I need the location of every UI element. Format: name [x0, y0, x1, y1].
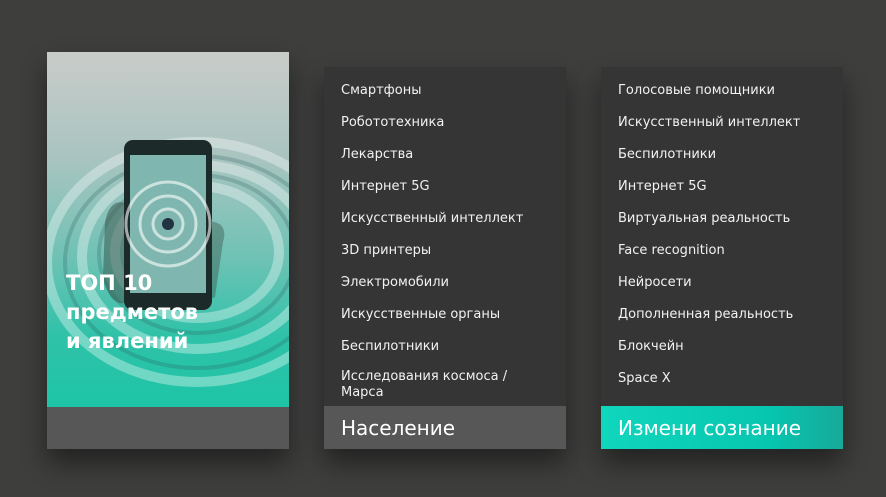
list-item[interactable]: Робототехника	[341, 107, 556, 139]
list-item[interactable]: Беспилотники	[618, 139, 833, 171]
list-item[interactable]: Искусственные органы	[341, 299, 556, 331]
hero-footer	[47, 407, 289, 449]
population-card[interactable]: Смартфоны Робототехника Лекарства Интерн…	[324, 67, 566, 449]
list-item[interactable]: Электромобили	[341, 267, 556, 299]
hero-card[interactable]: ТОП 10 предметов и явлений	[47, 52, 289, 449]
hero-title: ТОП 10 предметов и явлений	[66, 269, 276, 356]
list-item[interactable]: Нейросети	[618, 267, 833, 299]
mind-list: Голосовые помощники Искусственный интелл…	[618, 75, 833, 395]
hero-image: ТОП 10 предметов и явлений	[47, 52, 289, 407]
list-item[interactable]: Лекарства	[341, 139, 556, 171]
list-item[interactable]: Беспилотники	[341, 331, 556, 363]
list-item[interactable]: Блокчейн	[618, 331, 833, 363]
list-item[interactable]: Искусственный интеллект	[341, 203, 556, 235]
mind-card[interactable]: Голосовые помощники Искусственный интелл…	[601, 67, 843, 449]
list-item[interactable]: Смартфоны	[341, 75, 556, 107]
list-item[interactable]: Интернет 5G	[341, 171, 556, 203]
list-item[interactable]: Face recognition	[618, 235, 833, 267]
population-list: Смартфоны Робототехника Лекарства Интерн…	[341, 75, 556, 409]
list-item[interactable]: Исследования космоса /Марса	[341, 363, 516, 409]
mind-footer-button[interactable]: Измени сознание	[601, 406, 843, 449]
hero-title-line-1: ТОП 10	[66, 271, 153, 295]
list-item[interactable]: Дополненная реальность	[618, 299, 833, 331]
list-item[interactable]: Интернет 5G	[618, 171, 833, 203]
list-item[interactable]: 3D принтеры	[341, 235, 556, 267]
list-item[interactable]: Space X	[618, 363, 833, 395]
list-item[interactable]: Голосовые помощники	[618, 75, 833, 107]
list-item[interactable]: Виртуальная реальность	[618, 203, 833, 235]
population-footer-button[interactable]: Население	[324, 406, 566, 449]
hero-title-line-3: и явлений	[66, 329, 189, 353]
hero-title-line-2: предметов	[66, 300, 199, 324]
list-item[interactable]: Искусственный интеллект	[618, 107, 833, 139]
